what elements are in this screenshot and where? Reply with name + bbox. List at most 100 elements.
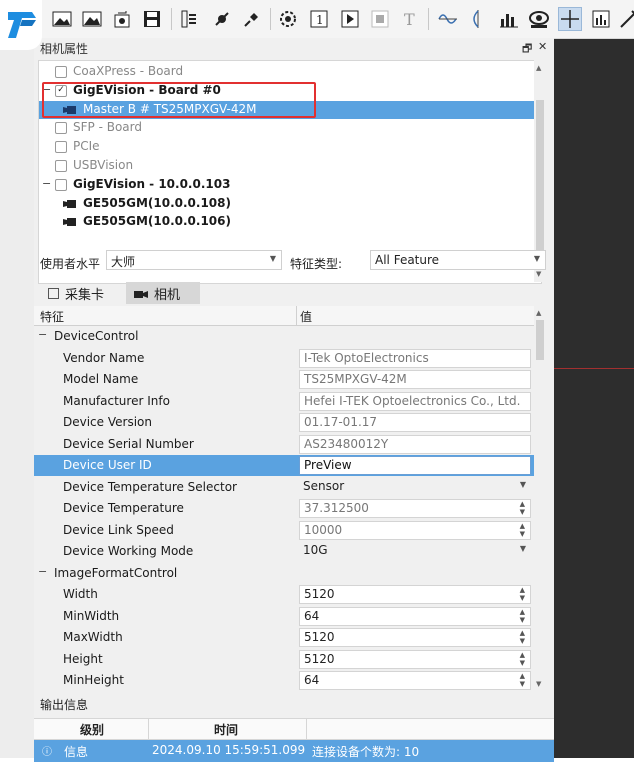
spin-arrows-icon[interactable]: ▲ ▼ [520, 500, 525, 516]
property-row[interactable]: Width 5120 ▲ ▼ [34, 584, 534, 605]
spin-arrows-icon[interactable]: ▲ ▼ [520, 522, 525, 538]
log-row[interactable]: ⓘ 信息 2024.09.10 15:59:51.099 连接设备个数为: 10 [34, 740, 554, 762]
spin-arrows-icon[interactable]: ▲ ▼ [520, 586, 525, 602]
property-row[interactable]: Height 5120 ▲ ▼ [34, 649, 534, 670]
histogram-icon[interactable] [497, 7, 521, 31]
property-row[interactable]: Model Name TS25MPXGV-42M [34, 369, 534, 390]
checkbox[interactable] [55, 66, 67, 78]
filter-bar: 使用者水平 大师 ▼ 特征类型: All Feature ▼ [34, 248, 554, 278]
property-row[interactable]: MinWidth 64 ▲ ▼ [34, 606, 534, 627]
property-name: MinHeight [63, 673, 124, 687]
spin-arrows-icon[interactable]: ▲ ▼ [520, 651, 525, 667]
property-value: 64 [304, 608, 320, 623]
property-value-field[interactable]: 5120 ▲ ▼ [299, 628, 531, 647]
property-value-field[interactable]: 10G ▼ [299, 542, 531, 561]
property-value-field[interactable]: 64 ▲ ▼ [299, 606, 531, 626]
property-value-field[interactable]: 5120 ▲ ▼ [299, 649, 531, 669]
property-row[interactable]: Manufacturer Info Hefei I-TEK Optoelectro… [34, 391, 534, 412]
image-view-area[interactable] [554, 38, 634, 758]
save-image-icon[interactable] [80, 7, 104, 31]
plug-icon[interactable] [210, 7, 234, 31]
property-value-field[interactable]: AS23480012Y [299, 434, 531, 454]
property-value-field[interactable]: TS25MPXGV-42M [299, 370, 531, 389]
scroll-down-icon[interactable]: ▼ [536, 680, 541, 688]
property-value-field[interactable]: I-Tek OptoElectronics [299, 348, 531, 368]
feature-type-select[interactable]: All Feature ▼ [370, 250, 546, 270]
property-row[interactable]: MinHeight 64 ▲ ▼ [34, 670, 534, 691]
user-level-select[interactable]: 大师 ▼ [106, 250, 282, 270]
checkbox[interactable] [55, 178, 67, 191]
property-value-field[interactable]: PreView [299, 456, 531, 475]
play-icon[interactable] [338, 7, 362, 31]
collapse-icon[interactable]: − [38, 565, 47, 578]
property-group[interactable]: − ImageFormatControl [34, 563, 534, 584]
single-frame-icon[interactable]: 1 [307, 7, 331, 31]
close-panel-button[interactable]: ✕ [538, 40, 547, 53]
scroll-thumb[interactable] [536, 100, 544, 250]
spin-arrows-icon[interactable]: ▲ ▼ [520, 629, 525, 645]
tree-item[interactable]: CoaXPress - Board [39, 63, 539, 81]
tree-item-label: CoaXPress - Board [73, 64, 184, 78]
log-time: 2024.09.10 15:59:51.099 [152, 743, 306, 757]
property-row[interactable]: Vendor Name I-Tek OptoElectronics [34, 348, 534, 369]
tree-item[interactable]: − GigEVision - 10.0.0.103 [39, 176, 539, 194]
connect-icon[interactable] [178, 7, 202, 31]
property-value: I-Tek OptoElectronics [304, 350, 429, 365]
property-grid-scrollbar[interactable]: ▲ ▼ [534, 306, 546, 692]
open-image-icon[interactable] [50, 7, 74, 31]
property-name: Model Name [63, 372, 139, 386]
spin-arrows-icon[interactable]: ▲ ▼ [520, 672, 525, 688]
property-row[interactable]: Device Working Mode 10G ▼ [34, 541, 534, 562]
property-row[interactable]: Device User ID PreView [34, 455, 534, 476]
property-value-field[interactable]: Hefei I-TEK Optoelectronics Co., Ltd. [299, 391, 531, 411]
property-name: DeviceControl [54, 329, 139, 343]
float-panel-button[interactable]: 🗗 [522, 40, 532, 59]
tab-capture-card[interactable]: 采集卡 [40, 282, 124, 304]
property-value-field[interactable]: 64 ▲ ▼ [299, 671, 531, 690]
export-icon[interactable] [110, 7, 134, 31]
unplug-icon[interactable] [240, 7, 264, 31]
chevron-down-icon[interactable]: ▼ [520, 544, 526, 553]
property-value-field[interactable]: 37.312500 ▲ ▼ [299, 499, 531, 518]
property-name: Width [63, 587, 98, 601]
property-row[interactable]: Device Link Speed 10000 ▲ ▼ [34, 520, 534, 541]
property-row[interactable]: MaxWidth 5120 ▲ ▼ [34, 627, 534, 648]
scroll-up-icon[interactable]: ▲ [536, 64, 541, 72]
property-value-field[interactable]: 10000 ▲ ▼ [299, 520, 531, 540]
measure-icon[interactable] [616, 7, 634, 31]
tree-item[interactable]: USBVision [39, 157, 539, 175]
property-value-field[interactable]: 5120 ▲ ▼ [299, 585, 531, 604]
spin-arrows-icon[interactable]: ▲ ▼ [520, 608, 525, 624]
property-row[interactable]: Device Temperature 37.312500 ▲ ▼ [34, 498, 534, 519]
property-row[interactable]: Device Temperature Selector Sensor ▼ [34, 477, 534, 498]
property-value: 01.17-01.17 [304, 415, 378, 429]
highlight-annotation-box [42, 82, 316, 118]
property-group[interactable]: − DeviceControl [34, 326, 534, 347]
checkbox[interactable] [55, 141, 67, 154]
crosshair-icon[interactable] [558, 7, 582, 31]
stats-icon[interactable] [589, 7, 613, 31]
settings-icon[interactable] [276, 7, 300, 31]
scroll-thumb[interactable] [536, 320, 544, 360]
tree-item[interactable]: GE505GM(10.0.0.106) [39, 213, 539, 231]
property-value-field[interactable]: Sensor ▼ [299, 478, 531, 497]
property-row[interactable]: Device Serial Number AS23480012Y [34, 434, 534, 455]
collapse-icon[interactable]: − [38, 328, 47, 341]
property-row[interactable]: Device Version 01.17-01.17 [34, 412, 534, 433]
save-icon[interactable] [140, 7, 164, 31]
scroll-up-icon[interactable]: ▲ [536, 309, 541, 317]
view-icon[interactable] [527, 7, 551, 31]
stop-icon[interactable] [368, 7, 392, 31]
waveform-icon[interactable] [436, 7, 460, 31]
tree-item[interactable]: PCIe [39, 138, 539, 156]
chevron-down-icon[interactable]: ▼ [520, 480, 526, 489]
text-icon[interactable]: T [399, 7, 423, 31]
tree-item[interactable]: SFP - Board [39, 119, 539, 137]
tab-camera[interactable]: 相机 [126, 282, 200, 304]
collapse-icon[interactable]: − [42, 177, 51, 190]
tree-item[interactable]: GE505GM(10.0.0.108) [39, 195, 539, 213]
checkbox[interactable] [55, 160, 67, 172]
checkbox[interactable] [55, 122, 67, 135]
property-value-field[interactable]: 01.17-01.17 [299, 413, 531, 432]
profile-icon[interactable] [466, 7, 490, 31]
